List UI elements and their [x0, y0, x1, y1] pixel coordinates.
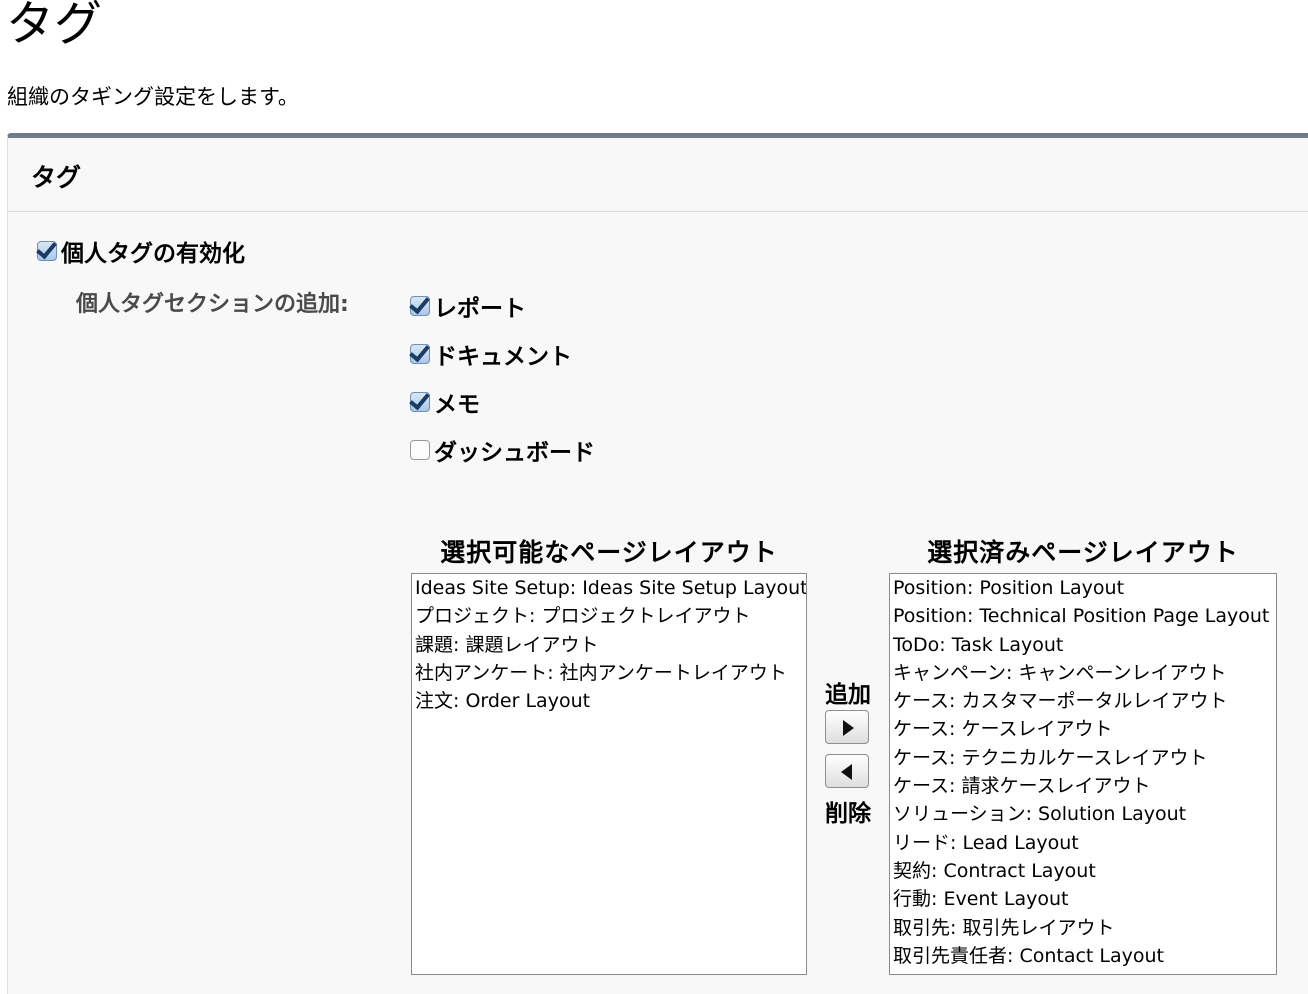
documents-checkbox[interactable] [410, 344, 430, 364]
list-item[interactable]: 課題: 課題レイアウト [415, 631, 803, 659]
selected-layouts-list[interactable]: Position: Position Layout Position: Tech… [889, 573, 1277, 975]
section-checkbox-documents[interactable]: ドキュメント [410, 337, 572, 371]
enable-personal-tags-label: 個人タグの有効化 [61, 241, 245, 267]
reports-checkbox[interactable] [410, 296, 430, 316]
remove-button[interactable] [825, 754, 869, 788]
panel-header: タグ [8, 138, 1308, 212]
section-checkbox-dashboards[interactable]: ダッシュボード [410, 433, 595, 467]
notes-checkbox[interactable] [410, 392, 430, 412]
list-item[interactable]: ケース: 請求ケースレイアウト [893, 772, 1273, 800]
reports-label: レポート [434, 296, 526, 322]
page-description: 組織のタギング設定をします。 [7, 85, 299, 109]
available-layouts-title: 選択可能なページレイアウト [440, 538, 778, 567]
page-title: タグ [6, 0, 103, 52]
dashboards-label: ダッシュボード [434, 440, 595, 466]
selected-layouts-title: 選択済みページレイアウト [927, 538, 1239, 567]
list-item[interactable]: 社内アンケート: 社内アンケートレイアウト [415, 659, 803, 687]
available-layouts-list[interactable]: Ideas Site Setup: Ideas Site Setup Layou… [411, 573, 807, 975]
list-item[interactable]: 注文: Order Layout [415, 687, 803, 715]
arrow-right-icon [843, 720, 854, 736]
enable-personal-tags-checkbox[interactable] [37, 241, 57, 261]
list-item[interactable]: Position: Technical Position Page Layout [893, 602, 1273, 630]
list-item[interactable]: プロジェクト: プロジェクトレイアウト [415, 602, 803, 630]
list-item[interactable]: リード: Lead Layout [893, 829, 1273, 857]
list-item[interactable]: ToDo: Task Layout [893, 631, 1273, 659]
section-checkbox-reports[interactable]: レポート [410, 289, 526, 323]
list-item[interactable]: ケース: ケースレイアウト [893, 715, 1273, 743]
panel-title: タグ [31, 163, 82, 192]
list-item[interactable]: キャンペーン: キャンペーンレイアウト [893, 659, 1273, 687]
add-button[interactable] [825, 710, 869, 744]
list-item[interactable]: Position: Position Layout [893, 574, 1273, 602]
arrow-left-icon [841, 764, 852, 780]
list-item[interactable]: 行動: Event Layout [893, 885, 1273, 913]
tags-settings-panel: タグ 個人タグの有効化 個人タグセクションの追加: レポート ドキュメント メモ… [7, 133, 1308, 994]
list-item[interactable]: 取引先: 取引先レイアウト [893, 914, 1273, 942]
list-item[interactable]: 契約: Contract Layout [893, 857, 1273, 885]
list-item[interactable]: ソリューション: Solution Layout [893, 800, 1273, 828]
list-item[interactable]: 取引先責任者: Contact Layout [893, 942, 1273, 970]
add-sections-label: 個人タグセクションの追加: [76, 292, 349, 317]
section-checkbox-notes[interactable]: メモ [410, 385, 480, 419]
remove-label: 削除 [825, 801, 871, 827]
list-item[interactable]: ケース: テクニカルケースレイアウト [893, 744, 1273, 772]
enable-personal-tags-row[interactable]: 個人タグの有効化 [37, 234, 245, 268]
list-item[interactable]: Ideas Site Setup: Ideas Site Setup Layou… [415, 574, 806, 602]
documents-label: ドキュメント [434, 344, 572, 370]
add-label: 追加 [825, 682, 871, 708]
list-item[interactable]: ケース: カスタマーポータルレイアウト [893, 687, 1273, 715]
dashboards-checkbox[interactable] [410, 440, 430, 460]
notes-label: メモ [434, 392, 480, 418]
